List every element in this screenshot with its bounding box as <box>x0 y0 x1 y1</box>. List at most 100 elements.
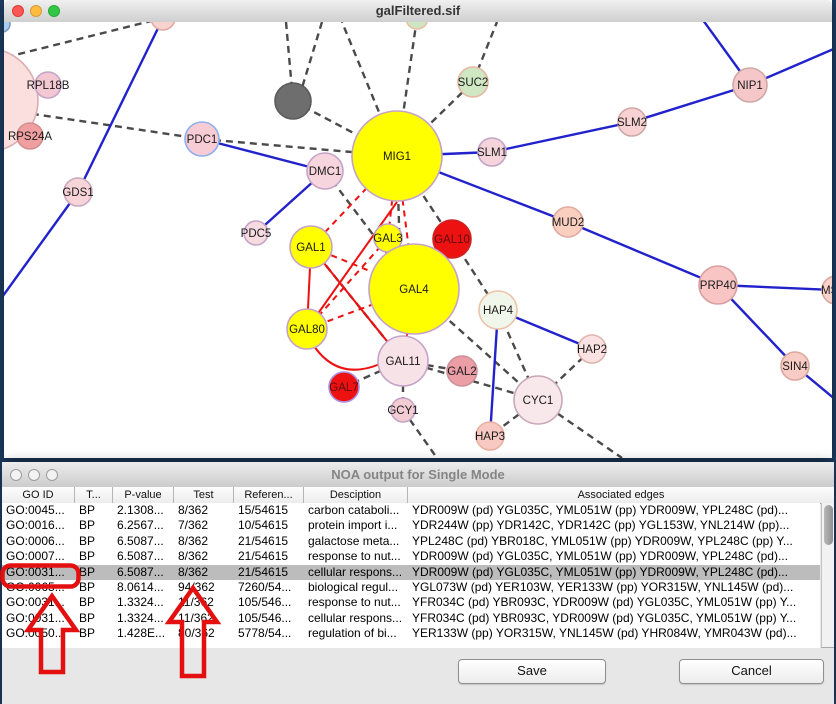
network-node-label: SUC2 <box>458 77 489 89</box>
network-edge <box>632 85 750 122</box>
table-cell: 1.428E... <box>113 626 174 641</box>
table-row[interactable]: GO:0016...BP6.2567...7/36210/54615protei… <box>2 518 820 533</box>
table-cell: GO:0031... <box>2 565 75 580</box>
network-node-label: PDC1 <box>187 134 218 146</box>
table-cell: 8.0614... <box>113 580 174 595</box>
table-cell: BP <box>75 534 113 549</box>
table-cell: 8/362 <box>174 503 234 518</box>
network-node-label: HAP3 <box>475 431 505 443</box>
network-node[interactable] <box>275 83 311 119</box>
network-node-label: GCY1 <box>387 405 418 417</box>
scrollbar-thumb[interactable] <box>824 505 833 545</box>
table-cell: BP <box>75 503 113 518</box>
table-row[interactable]: GO:0065...BP8.0614...94/3627260/54...bio… <box>2 580 820 595</box>
table-row[interactable]: GO:0031...BP1.3324...11/362105/546...res… <box>2 595 820 610</box>
table-row[interactable]: GO:0045...BP2.1308...8/36215/54615carbon… <box>2 503 820 518</box>
table-footer: Save Cancel <box>2 648 834 704</box>
column-header-pvalue[interactable]: P-value <box>113 487 174 503</box>
column-header-t[interactable]: T... <box>75 487 113 503</box>
column-header-test[interactable]: Test <box>174 487 234 503</box>
noa-window-titlebar: NOA output for Single Mode <box>2 462 834 488</box>
table-cell: BP <box>75 518 113 533</box>
network-window: galFiltered.sif RPL18BRPS24AGDS1PDC1DMC1… <box>4 0 832 458</box>
table-cell: BP <box>75 626 113 641</box>
table-cell: 8/362 <box>174 534 234 549</box>
network-edge <box>492 122 632 152</box>
network-node-label: RPS24A <box>8 131 52 143</box>
vertical-scrollbar[interactable] <box>821 503 834 648</box>
network-edge <box>4 192 78 300</box>
table-cell: cellular respons... <box>304 611 408 626</box>
network-node-label: GAL1 <box>296 242 325 254</box>
table-cell: response to nut... <box>304 549 408 564</box>
network-node-label: PDC5 <box>241 228 272 240</box>
table-row[interactable]: GO:0050...BP1.428E...80/3625778/54...reg… <box>2 626 820 641</box>
network-node-label: CYC1 <box>523 395 554 407</box>
network-node[interactable] <box>4 22 10 32</box>
noa-window-title: NOA output for Single Mode <box>2 467 834 482</box>
network-node-label: GAL7 <box>329 382 358 394</box>
table-cell: GO:0016... <box>2 518 75 533</box>
network-canvas[interactable]: RPL18BRPS24AGDS1PDC1DMC1MIG1SUC2SLM1SLM2… <box>4 22 832 458</box>
table-cell: YFR034C (pd) YBR093C, YDR009W (pd) YGL03… <box>408 611 820 626</box>
column-header-associatededges[interactable]: Associated edges <box>408 487 834 503</box>
table-cell: GO:0031... <box>2 595 75 610</box>
table-cell: 6.5087... <box>113 565 174 580</box>
table-cell: 8/362 <box>174 565 234 580</box>
table-cell: GO:0031... <box>2 611 75 626</box>
table-cell: protein import i... <box>304 518 408 533</box>
table-cell: galactose meta... <box>304 534 408 549</box>
table-cell: 80/362 <box>174 626 234 641</box>
cancel-button[interactable]: Cancel <box>679 659 824 684</box>
table-row[interactable]: GO:0006...BP6.5087...8/36221/54615galact… <box>2 534 820 549</box>
table-body: GO:0045...BP2.1308...8/36215/54615carbon… <box>2 503 820 649</box>
network-edge <box>4 22 163 60</box>
network-edge <box>78 22 163 192</box>
table-cell: BP <box>75 611 113 626</box>
network-node-label: HAP4 <box>483 305 514 317</box>
table-row[interactable]: GO:0007...BP6.5087...8/36221/54615respon… <box>2 549 820 564</box>
column-header-desciption[interactable]: Desciption <box>304 487 408 503</box>
table-cell: biological regul... <box>304 580 408 595</box>
table-cell: 105/546... <box>234 595 304 610</box>
network-node-label: MIG1 <box>383 151 411 163</box>
network-node-label: SLM2 <box>617 117 647 129</box>
table-cell: 6.5087... <box>113 549 174 564</box>
table-cell: 1.3324... <box>113 595 174 610</box>
table-cell: 15/54615 <box>234 503 304 518</box>
table-cell: 21/54615 <box>234 534 304 549</box>
network-node[interactable] <box>406 22 428 29</box>
table-cell: GO:0007... <box>2 549 75 564</box>
table-cell: YDR009W (pd) YGL035C, YML051W (pp) YDR00… <box>408 565 820 580</box>
table-row[interactable]: GO:0031...BP6.5087...8/36221/54615cellul… <box>2 565 820 580</box>
network-window-title: galFiltered.sif <box>4 3 832 18</box>
table-cell: 10/54615 <box>234 518 304 533</box>
table-cell: 94/362 <box>174 580 234 595</box>
table-cell: response to nut... <box>304 595 408 610</box>
network-node-label: SIN4 <box>782 361 808 373</box>
save-button[interactable]: Save <box>458 659 606 684</box>
table-row[interactable]: GO:0031...BP1.3324...11/362105/546...cel… <box>2 611 820 626</box>
table-header-row: GO IDT...P-valueTestReferen...Desciption… <box>2 487 834 504</box>
table-cell: GO:0045... <box>2 503 75 518</box>
table-cell: 6.5087... <box>113 534 174 549</box>
network-node-label: GAL2 <box>447 366 476 378</box>
network-svg: RPL18BRPS24AGDS1PDC1DMC1MIG1SUC2SLM1SLM2… <box>4 22 832 458</box>
table-cell: carbon cataboli... <box>304 503 408 518</box>
table-cell: 8/362 <box>174 549 234 564</box>
network-node-label: GAL80 <box>289 324 325 336</box>
table-cell: GO:0050... <box>2 626 75 641</box>
table-cell: 11/362 <box>174 595 234 610</box>
table-cell: BP <box>75 549 113 564</box>
table-cell: YDR009W (pd) YGL035C, YML051W (pp) YDR00… <box>408 549 820 564</box>
network-node[interactable] <box>151 22 175 30</box>
table-cell: BP <box>75 595 113 610</box>
network-node-label: MUD2 <box>552 217 585 229</box>
network-node-label: GAL3 <box>373 233 402 245</box>
network-node-label: GAL4 <box>399 284 429 296</box>
table-cell: 6.2567... <box>113 518 174 533</box>
column-header-goid[interactable]: GO ID <box>2 487 75 503</box>
column-header-referen[interactable]: Referen... <box>234 487 304 503</box>
table-cell: regulation of bi... <box>304 626 408 641</box>
table-cell: YFR034C (pd) YBR093C, YDR009W (pd) YGL03… <box>408 595 820 610</box>
